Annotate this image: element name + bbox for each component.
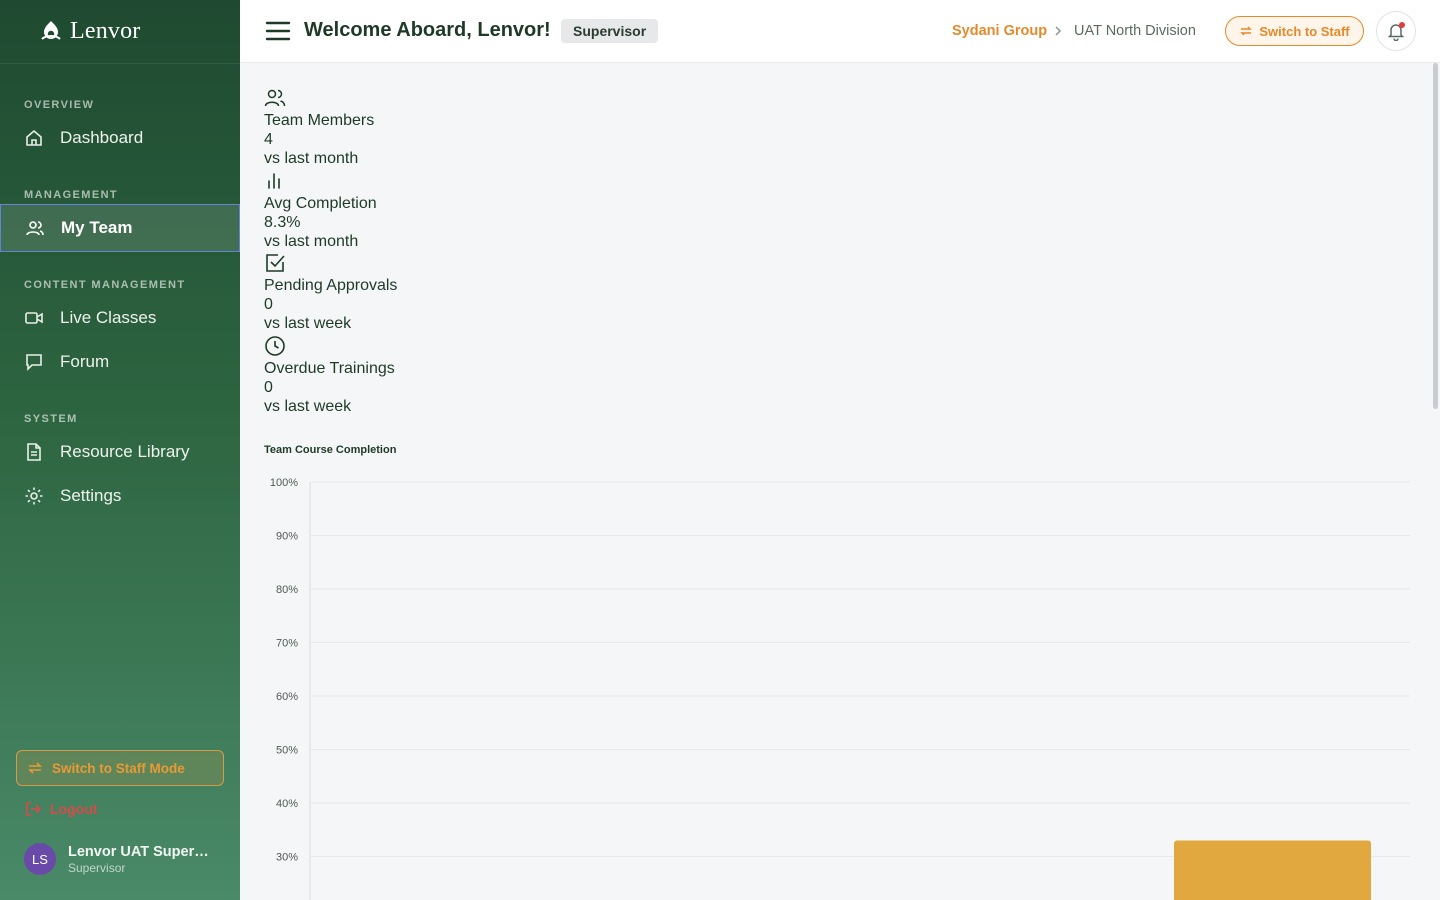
avatar: LS	[24, 843, 56, 875]
switch-to-staff-mode-button[interactable]: Switch to Staff Mode	[16, 750, 224, 786]
breadcrumb-org[interactable]: Sydani Group	[952, 23, 1047, 39]
sidebar-item-label: Dashboard	[60, 128, 144, 147]
brand-name: Lenvor	[70, 18, 141, 44]
logout-label: Logout	[50, 801, 98, 817]
notifications-button[interactable]	[1376, 11, 1416, 51]
y-tick-label: 60%	[276, 691, 298, 703]
gear-icon	[24, 486, 44, 506]
switch-staff-mode-label: Switch to Staff Mode	[52, 760, 185, 776]
bar-chart-icon	[268, 173, 280, 189]
chart-title: Team Course Completion	[264, 444, 397, 456]
home-icon	[24, 128, 44, 148]
sidebar-item-label: Live Classes	[60, 308, 157, 327]
notification-dot	[1399, 22, 1405, 28]
section-label-overview: OVERVIEW	[24, 99, 95, 111]
role-badge: Supervisor	[561, 19, 659, 43]
stat-team-members: Team Members 4 vs last month	[264, 87, 374, 168]
stat-value: 0	[264, 379, 273, 396]
sidebar-item-resource-library[interactable]: Resource Library	[0, 428, 240, 476]
sidebar: Lenvor OVERVIEW Dashboard MANAGEMENT My …	[0, 0, 240, 900]
stat-compare: vs last month	[264, 150, 359, 167]
y-tick-label: 30%	[276, 852, 298, 864]
switch-to-staff-button[interactable]: Switch to Staff	[1225, 16, 1364, 46]
y-tick-label: 90%	[276, 531, 298, 543]
sidebar-item-settings[interactable]: Settings	[0, 472, 240, 520]
user-profile[interactable]: LS Lenvor UAT Supervi... Supervisor	[24, 843, 216, 875]
logout-button[interactable]: Logout	[24, 800, 97, 818]
stat-compare: vs last week	[264, 315, 352, 332]
sidebar-item-label: Forum	[60, 352, 110, 371]
sidebar-item-live-classes[interactable]: Live Classes	[0, 294, 240, 342]
stat-label: Avg Completion	[264, 195, 377, 212]
check-square-icon	[266, 254, 285, 272]
y-tick-label: 80%	[276, 584, 298, 596]
users-icon	[264, 89, 286, 107]
lenvor-logo-icon	[41, 20, 61, 40]
scrollbar[interactable]	[1433, 63, 1438, 409]
completion-bar[interactable]	[1174, 840, 1371, 900]
clock-icon	[265, 336, 285, 356]
chat-icon	[24, 352, 44, 372]
page-title: Welcome Aboard, Lenvor!	[304, 19, 551, 41]
brand[interactable]: Lenvor	[0, 0, 240, 64]
stat-value: 0	[264, 296, 273, 313]
swap-icon	[28, 762, 42, 774]
logout-icon	[26, 802, 42, 816]
users-icon	[25, 218, 45, 238]
team-completion-chart: 100% 90% 80% 70% 60% 50% 40% 30%	[270, 477, 1410, 900]
stat-pending-approvals: Pending Approvals 0 vs last week	[264, 252, 397, 333]
stat-value: 8.3%	[264, 214, 301, 231]
sidebar-item-label: Resource Library	[60, 442, 190, 461]
breadcrumb-division: UAT North Division	[1074, 23, 1196, 39]
top-header: Welcome Aboard, Lenvor! Supervisor Sydan…	[240, 0, 1440, 63]
video-icon	[24, 308, 44, 328]
sidebar-item-forum[interactable]: Forum	[0, 338, 240, 386]
stat-label: Pending Approvals	[264, 277, 398, 294]
y-tick-label: 100%	[270, 477, 298, 489]
swap-icon	[1240, 26, 1253, 36]
y-tick-label: 40%	[276, 798, 298, 810]
chevron-right-icon	[1055, 26, 1062, 36]
hamburger-menu-icon[interactable]	[264, 18, 292, 44]
sidebar-item-label: Settings	[60, 486, 122, 505]
stat-avg-completion: Avg Completion 8.3% vs last month	[264, 170, 377, 251]
document-icon	[24, 442, 44, 462]
sidebar-item-dashboard[interactable]: Dashboard	[0, 114, 240, 162]
user-role: Supervisor	[68, 860, 126, 875]
stat-label: Overdue Trainings	[264, 360, 395, 377]
section-label-system: SYSTEM	[24, 413, 78, 425]
sidebar-item-label: My Team	[61, 218, 133, 237]
stat-overdue-trainings: Overdue Trainings 0 vs last week	[264, 335, 395, 416]
stat-compare: vs last week	[264, 398, 352, 415]
y-tick-label: 50%	[276, 745, 298, 757]
stat-label: Team Members	[264, 112, 375, 129]
switch-to-staff-label: Switch to Staff	[1259, 23, 1350, 39]
y-tick-label: 70%	[276, 638, 298, 650]
sidebar-item-my-team[interactable]: My Team	[0, 204, 240, 252]
stat-value: 4	[264, 131, 273, 148]
section-label-management: MANAGEMENT	[24, 189, 119, 201]
stat-compare: vs last month	[264, 233, 359, 250]
section-label-content-management: CONTENT MANAGEMENT	[24, 279, 186, 291]
user-name: Lenvor UAT Supervi...	[68, 843, 216, 860]
